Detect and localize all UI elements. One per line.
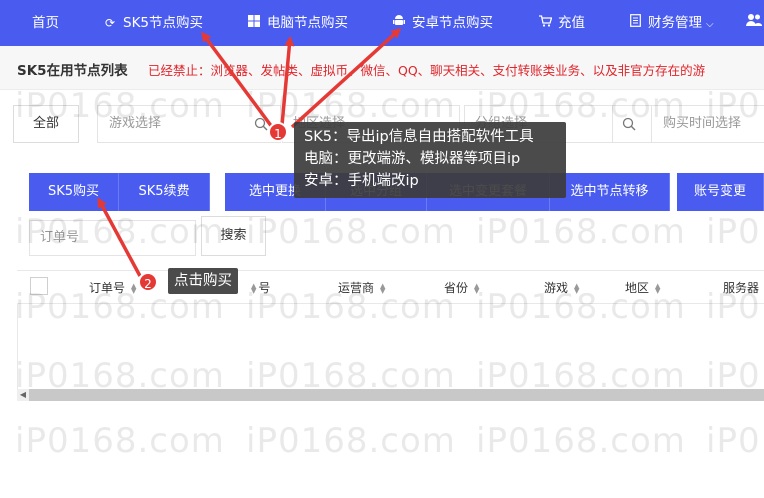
nav-home-label: 首页 bbox=[32, 15, 59, 31]
sort-icon: ▲ ▼ bbox=[380, 281, 386, 295]
scroll-left-arrow-icon[interactable]: ◀ bbox=[17, 389, 29, 401]
step-badge-2: 2 bbox=[138, 272, 158, 292]
search-icon[interactable] bbox=[254, 117, 268, 131]
filter-all-button[interactable]: 全部 bbox=[13, 105, 79, 143]
column-header-order-label: 订单号 bbox=[89, 281, 126, 295]
sort-icon: ▲ ▼ bbox=[131, 281, 137, 295]
column-header-game-label: 游戏 bbox=[544, 281, 569, 295]
top-nav: 首页 ⟳ SK5节点购买 电脑节点购买 安卓节点购买 充值 财务管理 ⌵ bbox=[0, 0, 764, 46]
nav-home[interactable]: 首页 bbox=[32, 0, 59, 46]
search-button[interactable]: 搜索 bbox=[201, 216, 266, 256]
sk5-renew-button[interactable]: SK5续费 bbox=[119, 173, 210, 211]
nav-sk5-buy[interactable]: ⟳ SK5节点购买 bbox=[103, 0, 203, 46]
column-header-game[interactable]: 游戏 ▲ ▼ bbox=[544, 279, 579, 296]
windows-icon bbox=[247, 0, 261, 46]
sk5-buy-button[interactable]: SK5购买 bbox=[29, 173, 119, 211]
column-header-server[interactable]: 服务器 bbox=[723, 279, 759, 296]
column-header-partial[interactable]: ▲ ▼ 号 bbox=[251, 279, 270, 296]
table-border bbox=[17, 304, 18, 389]
watermark: iP0168.com bbox=[706, 212, 764, 252]
cart-icon bbox=[538, 0, 552, 46]
game-select[interactable]: 游戏选择 bbox=[97, 105, 244, 143]
watermark: iP0168.com bbox=[246, 421, 456, 461]
column-header-carrier-label: 运营商 bbox=[338, 281, 375, 295]
sort-icon: ▲ ▼ bbox=[574, 281, 580, 295]
watermark: iP0168.com bbox=[246, 212, 456, 252]
select-all-checkbox[interactable] bbox=[30, 277, 48, 295]
annotation-tooltip: SK5：导出ip信息自由搭配软件工具 电脑：更改端游、模拟器等项目ip 安卓：手… bbox=[294, 122, 566, 198]
sort-icon: ▲ ▼ bbox=[655, 281, 661, 295]
nav-recharge[interactable]: 充值 bbox=[538, 0, 585, 46]
sort-icon: ▲ ▼ bbox=[251, 281, 257, 295]
column-header-province[interactable]: 省份 ▲ ▼ bbox=[444, 279, 479, 296]
column-header-region-label: 地区 bbox=[625, 281, 650, 295]
chevron-down-icon: ⌵ bbox=[706, 19, 714, 30]
column-header-region[interactable]: 地区 ▲ ▼ bbox=[625, 279, 660, 296]
user-icon bbox=[746, 14, 762, 31]
column-header-province-label: 省份 bbox=[444, 281, 469, 295]
watermark: iP0168.com bbox=[476, 212, 686, 252]
tooltip-line-android: 安卓：手机端改ip bbox=[304, 173, 419, 189]
watermark: iP0168.com bbox=[706, 421, 764, 461]
refresh-icon: ⟳ bbox=[104, 16, 116, 30]
buy-tooltip: 点击购买 bbox=[168, 268, 238, 294]
column-header-carrier[interactable]: 运营商 ▲ ▼ bbox=[338, 279, 385, 296]
nav-recharge-label: 充值 bbox=[558, 15, 585, 31]
notice-bar: SK5在用节点列表 已经禁止：浏览器、发帖类、虚拟币、微信、QQ、聊天相关、支付… bbox=[0, 46, 764, 90]
purchase-time-select[interactable]: 购买时间选择 bbox=[651, 105, 764, 143]
tooltip-line-sk5: SK5：导出ip信息自由搭配软件工具 bbox=[304, 129, 534, 145]
tooltip-line-pc: 电脑：更改端游、模拟器等项目ip bbox=[304, 151, 521, 167]
document-icon bbox=[628, 0, 642, 46]
column-header-server-label: 服务器 bbox=[723, 281, 760, 295]
nav-finance-label: 财务管理 bbox=[648, 15, 702, 31]
watermark: iP0168.com bbox=[476, 421, 686, 461]
column-header-order[interactable]: 订单号 ▲ ▼ bbox=[89, 279, 136, 296]
column-header-partial-label: 号 bbox=[258, 281, 271, 295]
account-change-button[interactable]: 账号变更 bbox=[677, 173, 764, 211]
horizontal-scrollbar[interactable] bbox=[17, 389, 764, 401]
watermark: iP0168.com bbox=[15, 421, 225, 461]
nav-sk5-label: SK5节点购买 bbox=[123, 15, 204, 31]
search-icon[interactable] bbox=[622, 117, 636, 131]
nav-finance[interactable]: 财务管理 ⌵ bbox=[628, 0, 714, 46]
nav-android-buy[interactable]: 安卓节点购买 bbox=[392, 0, 493, 46]
transfer-node-button[interactable]: 选中节点转移 bbox=[550, 173, 670, 211]
page-title: SK5在用节点列表 bbox=[17, 63, 128, 79]
nav-user[interactable] bbox=[746, 0, 762, 46]
android-icon bbox=[392, 0, 406, 46]
step-badge-1: 1 bbox=[268, 122, 288, 142]
sort-icon: ▲ ▼ bbox=[474, 281, 480, 295]
order-number-input[interactable]: 订单号 bbox=[29, 220, 196, 256]
nav-pc-label: 电脑节点购买 bbox=[267, 15, 348, 31]
notice-text: 已经禁止：浏览器、发帖类、虚拟币、微信、QQ、聊天相关、支付转账类业务、以及非官… bbox=[148, 63, 706, 78]
nav-android-label: 安卓节点购买 bbox=[412, 15, 493, 31]
nav-pc-buy[interactable]: 电脑节点购买 bbox=[247, 0, 348, 46]
